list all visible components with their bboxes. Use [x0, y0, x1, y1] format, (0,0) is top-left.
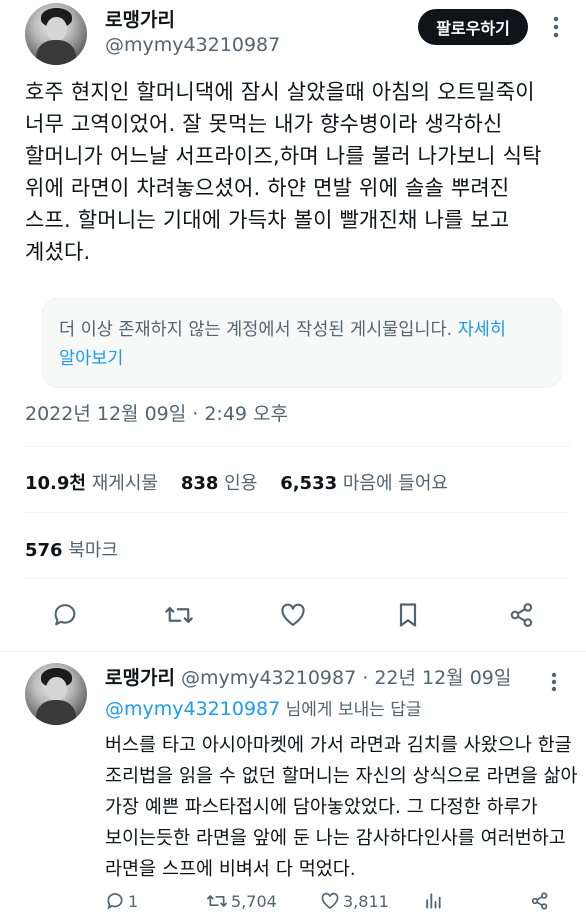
retweet-count: 5,704: [231, 891, 277, 911]
tweet-text-line: 위에 라면이 차려놓으셨어. 하얀 면발 위에 솔솔 뿌려진: [25, 176, 510, 200]
reply-header: 로맹가리 @mymy43210987 · 22년 12월 09일: [105, 663, 511, 690]
tweet-timestamp[interactable]: 2022년 12월 09일 · 2:49 오후: [25, 399, 288, 426]
reply-button[interactable]: [48, 598, 82, 632]
tweet-text-line: 너무 고역이었어. 잘 못먹는 내가 향수병이라 생각하신: [25, 112, 503, 136]
like-button[interactable]: [276, 598, 310, 632]
likes-stat[interactable]: 6,533 마음에 들어요: [280, 473, 448, 494]
tweet-text-line: 호주 현지인 할머니댁에 잠시 살았을때 아침의 오트밀죽이: [25, 80, 535, 104]
reply-author-avatar[interactable]: [25, 663, 87, 725]
more-icon[interactable]: [541, 669, 567, 695]
quotes-stat[interactable]: 838 인용: [181, 473, 257, 494]
tweet-text: 호주 현지인 할머니댁에 잠시 살았을때 아침의 오트밀죽이 너무 고역이었어.…: [25, 76, 565, 268]
like-count: 3,811: [343, 891, 389, 911]
retweets-stat[interactable]: 10.9천 재게시물: [25, 473, 158, 494]
reply-author-name[interactable]: 로맹가리: [105, 667, 175, 689]
views-button[interactable]: [423, 888, 446, 914]
reply-to-suffix: 님에게 보내는 답글: [280, 700, 422, 720]
notice-text: 더 이상 존재하지 않는 계정에서 작성된 게시물입니다.: [59, 320, 458, 340]
tweet-text-line: 스프. 할머니는 기대에 가득차 볼이 빨개진채 나를 보고: [25, 208, 510, 232]
tweet-text-line: 계셨다.: [25, 240, 91, 264]
reply-to-handle[interactable]: @mymy43210987: [105, 698, 280, 720]
follow-button[interactable]: 팔로우하기: [418, 9, 528, 45]
tweet-text-line: 할머니가 어느날 서프라이즈,하며 나를 불러 나가보니 식탁: [25, 144, 542, 168]
reply-text-line: 라면을 스프에 비벼서 다 먹었다.: [105, 859, 356, 880]
views-icon: [426, 893, 441, 909]
bookmark-icon: [399, 603, 417, 627]
share-icon: [531, 892, 548, 910]
retweet-button[interactable]: [162, 598, 196, 632]
share-button[interactable]: [505, 598, 539, 632]
reply-text-line: 가장 예쁜 파스타접시에 담아놓았었다. 그 다정한 하루가: [105, 797, 538, 818]
author-display-name[interactable]: 로맹가리: [105, 5, 175, 32]
reply-to-line: @mymy43210987 님에게 보내는 답글: [105, 695, 422, 720]
reply-share-button[interactable]: [530, 888, 553, 914]
author-avatar[interactable]: [25, 3, 87, 65]
reply-like-button[interactable]: 3,811: [320, 888, 389, 914]
bookmarks-stat[interactable]: 576 북마크: [25, 536, 118, 562]
bookmark-button[interactable]: [391, 598, 425, 632]
reply-date[interactable]: · 22년 12월 09일: [362, 667, 511, 689]
divider: [25, 446, 570, 447]
reply-icon: [54, 604, 76, 626]
divider: [25, 512, 570, 513]
divider: [0, 651, 586, 652]
retweet-icon: [206, 895, 227, 907]
author-handle[interactable]: @mymy43210987: [105, 34, 280, 56]
reply-text-line: 버스를 타고 아시아마켓에 가서 라면과 김치를 사왔으나 한글: [105, 735, 572, 756]
reply-text: 버스를 타고 아시아마켓에 가서 라면과 김치를 사왔으나 한글 조리법을 읽을…: [105, 730, 578, 885]
like-icon: [321, 892, 339, 910]
reply-text-line: 조리법을 읽을 수 없던 할머니는 자신의 상식으로 라면을 삶아: [105, 766, 578, 787]
engagement-stats: 10.9천 재게시물 838 인용 6,533 마음에 들어요: [25, 469, 448, 495]
reply-reply-button[interactable]: 1: [105, 888, 138, 914]
share-icon: [510, 603, 533, 627]
reply-count: 1: [128, 891, 139, 911]
reply-text-line: 보이는듯한 라면을 앞에 둔 나는 감사하다인사를 여러번하고: [105, 828, 566, 849]
reply-author-handle[interactable]: @mymy43210987: [181, 667, 356, 689]
more-icon[interactable]: [543, 12, 569, 42]
retweet-icon: [165, 606, 193, 624]
like-icon: [281, 603, 305, 626]
divider: [25, 578, 570, 579]
deleted-account-notice: 더 이상 존재하지 않는 계정에서 작성된 게시물입니다. 자세히 알아보기: [42, 298, 562, 388]
reply-retweet-button[interactable]: 5,704: [206, 888, 277, 914]
reply-icon: [107, 893, 123, 910]
